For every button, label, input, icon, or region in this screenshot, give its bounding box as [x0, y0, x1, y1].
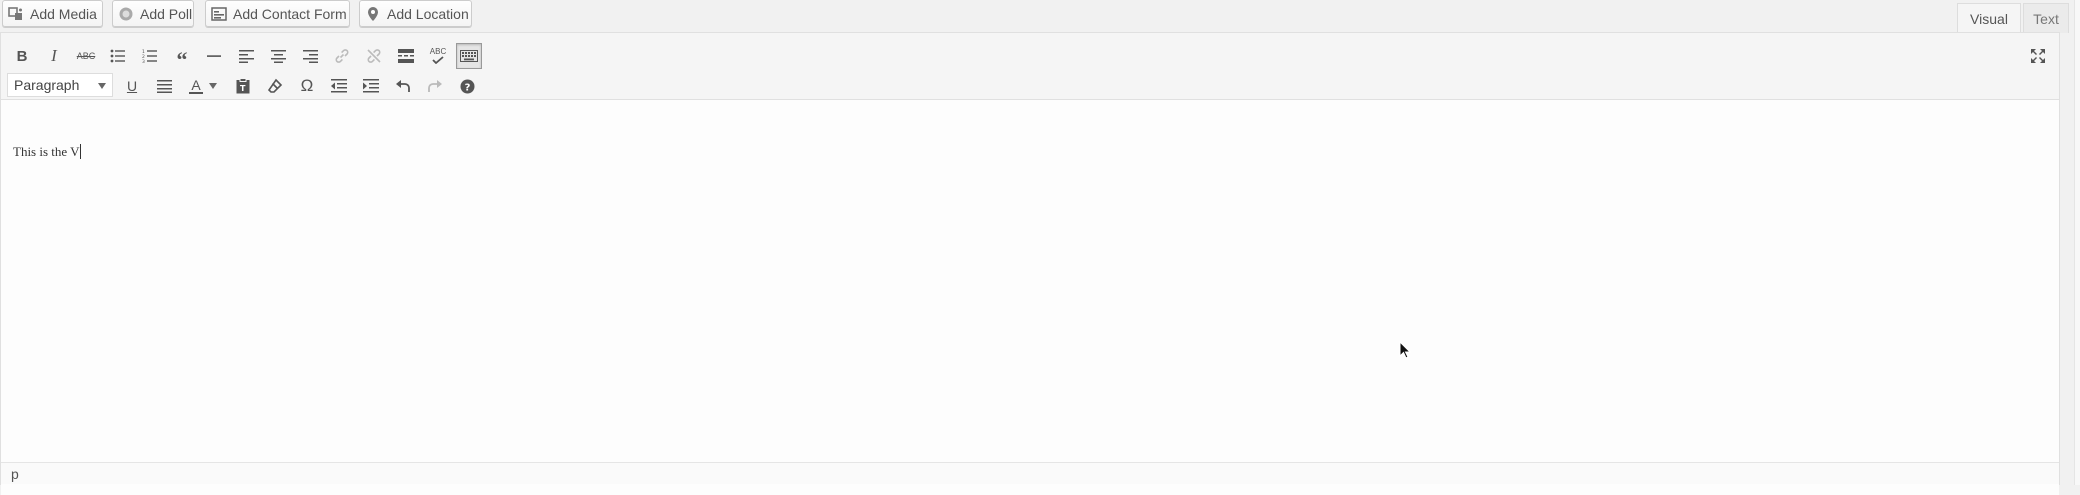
media-icon [8, 6, 24, 22]
italic-icon[interactable]: I [41, 43, 67, 69]
page-scrollbar[interactable] [2074, 0, 2080, 485]
help-icon[interactable]: ? [454, 73, 480, 99]
toolbar-toggle-icon[interactable] [456, 43, 482, 69]
editor: B I ABC 123 “ ABC Paragraph U A T Ω ? Th… [0, 32, 2060, 495]
align-left-icon[interactable] [233, 43, 259, 69]
increase-indent-icon[interactable] [358, 73, 384, 99]
bullet-list-icon[interactable] [105, 43, 131, 69]
add-location-label: Add Location [387, 5, 469, 22]
decrease-indent-icon[interactable] [326, 73, 352, 99]
location-pin-icon [365, 6, 381, 22]
numbered-list-icon[interactable]: 123 [137, 43, 163, 69]
tab-visual[interactable]: Visual [1957, 3, 2021, 33]
fullscreen-icon[interactable] [2025, 43, 2051, 69]
svg-text:?: ? [464, 82, 470, 93]
add-media-button[interactable]: Add Media [2, 0, 103, 27]
add-poll-label: Add Poll [140, 5, 193, 22]
svg-text:3: 3 [142, 59, 145, 63]
read-more-icon[interactable] [393, 43, 419, 69]
bold-icon[interactable]: B [9, 43, 35, 69]
justify-icon[interactable] [151, 73, 177, 99]
element-path[interactable]: p [11, 466, 19, 482]
clear-formatting-icon[interactable] [262, 73, 288, 99]
blockquote-icon[interactable]: “ [169, 43, 195, 72]
spellcheck-icon[interactable]: ABC [425, 43, 451, 69]
svg-text:T: T [240, 84, 246, 93]
add-poll-button[interactable]: Add Poll [112, 0, 194, 27]
editor-statusbar: p [1, 462, 2059, 484]
underline-icon[interactable]: U [119, 73, 145, 99]
editor-paragraph[interactable]: This is the V [13, 144, 81, 160]
strikethrough-label: ABC [76, 51, 96, 61]
editor-toolbar: B I ABC 123 “ ABC Paragraph U A T Ω ? [1, 33, 2059, 100]
text-caret [79, 144, 81, 159]
add-contact-form-button[interactable]: Add Contact Form [205, 0, 350, 27]
align-center-icon[interactable] [265, 43, 291, 69]
align-right-icon[interactable] [297, 43, 323, 69]
tab-text[interactable]: Text [2023, 3, 2069, 33]
tab-visual-label: Visual [1970, 10, 2008, 27]
format-select-value: Paragraph [14, 77, 80, 93]
horizontal-rule-icon[interactable] [201, 43, 227, 69]
tab-text-label: Text [2033, 10, 2059, 27]
insert-link-icon[interactable] [329, 43, 355, 69]
special-character-icon[interactable]: Ω [294, 73, 320, 99]
spellcheck-label: ABC [429, 47, 447, 56]
add-location-button[interactable]: Add Location [359, 0, 472, 27]
add-media-label: Add Media [30, 5, 97, 22]
mouse-pointer-icon [1399, 340, 1412, 364]
add-contact-form-label: Add Contact Form [233, 5, 347, 22]
poll-icon [118, 6, 134, 22]
paste-as-text-icon[interactable]: T [230, 73, 256, 99]
strikethrough-icon[interactable]: ABC [73, 43, 99, 69]
format-select[interactable]: Paragraph [7, 73, 113, 97]
editor-content-area[interactable]: This is the V [1, 100, 2059, 495]
chevron-down-icon [209, 83, 217, 89]
undo-icon[interactable] [390, 73, 416, 99]
redo-icon[interactable] [422, 73, 448, 99]
editor-text: This is the V [13, 144, 80, 159]
contact-form-icon [211, 6, 227, 22]
chevron-down-icon [98, 83, 106, 89]
text-color-dropdown[interactable] [205, 73, 221, 99]
remove-link-icon[interactable] [361, 43, 387, 69]
